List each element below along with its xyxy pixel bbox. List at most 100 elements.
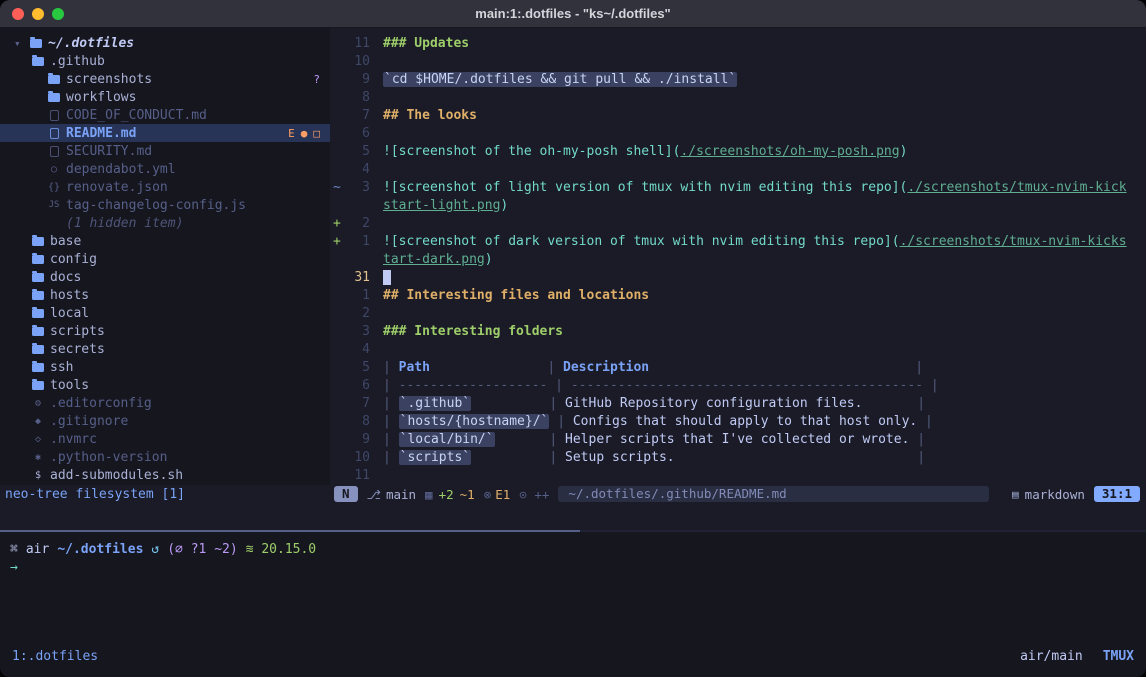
zoom-button[interactable] xyxy=(52,8,64,20)
editor-line[interactable]: 6| ------------------- | ---------------… xyxy=(330,376,1146,394)
node-icon: ◇ xyxy=(30,434,46,445)
tree-item-label: README.md xyxy=(66,126,136,141)
tree-item-SECURITY.md[interactable]: SECURITY.md xyxy=(0,142,330,160)
tmux-session-tab[interactable]: 1:.dotfiles xyxy=(12,649,98,664)
diff-icon: ▦ xyxy=(425,487,433,502)
tree-item-.gitignore[interactable]: ◆.gitignore xyxy=(0,412,330,430)
tree-item-base[interactable]: base xyxy=(0,232,330,250)
tree-item-scripts[interactable]: scripts xyxy=(0,322,330,340)
tree-item-config[interactable]: config xyxy=(0,250,330,268)
tree-item-.editorconfig[interactable]: ⚙.editorconfig xyxy=(0,394,330,412)
tmux-pane-divider[interactable] xyxy=(0,530,1146,532)
tree-item-label: tools xyxy=(50,378,89,393)
tree-item-renovate.json[interactable]: {}renovate.json xyxy=(0,178,330,196)
tree-item-tag-changelog-config.js[interactable]: JStag-changelog-config.js xyxy=(0,196,330,214)
editor-line[interactable]: 7| `.github` | GitHub Repository configu… xyxy=(330,394,1146,412)
gutter-sign xyxy=(330,360,344,375)
editor-line[interactable]: 7## The looks xyxy=(330,106,1146,124)
editor-line[interactable]: 10| `scripts` | Setup scripts. | xyxy=(330,448,1146,466)
gutter-sign xyxy=(330,198,344,213)
tree-item-.python-version[interactable]: ✱.python-version xyxy=(0,448,330,466)
tree-item-docs[interactable]: docs xyxy=(0,268,330,286)
line-number: 2 xyxy=(344,306,370,321)
tree-item-secrets[interactable]: secrets xyxy=(0,340,330,358)
gutter-sign xyxy=(330,252,344,267)
tree-item-.github[interactable]: .github xyxy=(0,52,330,70)
tree-item-ssh[interactable]: ssh xyxy=(0,358,330,376)
editor-line[interactable]: 3### Interesting folders xyxy=(330,322,1146,340)
tree-item-local[interactable]: local xyxy=(0,304,330,322)
line-content: | `.github` | GitHub Repository configur… xyxy=(383,396,925,411)
tree-item-1hiddenitem[interactable]: (1 hidden item) xyxy=(0,214,330,232)
prompt-arrow-icon: → xyxy=(10,560,18,575)
folder-icon xyxy=(30,327,46,336)
gutter-sign xyxy=(330,108,344,123)
editor-line[interactable]: 6 xyxy=(330,124,1146,142)
line-content: | `local/bin/` | Helper scripts that I'v… xyxy=(383,432,925,447)
line-content: ![screenshot of the oh-my-posh shell](./… xyxy=(383,144,907,159)
folder-icon xyxy=(30,273,46,282)
editor-line[interactable]: 9| `local/bin/` | Helper scripts that I'… xyxy=(330,430,1146,448)
syntax-segment: Path xyxy=(399,360,430,375)
titlebar: main:1:.dotfiles - "ks~/.dotfiles" xyxy=(0,0,1146,28)
tree-item-tools[interactable]: tools xyxy=(0,376,330,394)
status-badge: ● xyxy=(301,127,308,140)
syntax-segment: start-light.png xyxy=(383,198,500,213)
tree-item-label: ssh xyxy=(50,360,73,375)
gutter-sign: ~ xyxy=(330,180,344,195)
editor-line[interactable]: 11 xyxy=(330,466,1146,484)
folder-icon xyxy=(46,75,62,84)
tree-item-hosts[interactable]: hosts xyxy=(0,286,330,304)
window-title: main:1:.dotfiles - "ks~/.dotfiles" xyxy=(475,6,670,21)
gutter-sign xyxy=(330,450,344,465)
editor-line[interactable]: 10 xyxy=(330,52,1146,70)
editor-line[interactable]: 5| Path | Description | xyxy=(330,358,1146,376)
editor-line[interactable]: 2 xyxy=(330,304,1146,322)
gutter-sign: + xyxy=(330,234,344,249)
shell-pane[interactable]: ⌘ air ~/.dotfiles ↺ (∅ ?1 ~2) ≋ 20.15.0 … xyxy=(0,532,1146,635)
editor-line[interactable]: 31 xyxy=(330,268,1146,286)
editor-line[interactable]: 8 xyxy=(330,88,1146,106)
line-content: ### Interesting folders xyxy=(383,324,563,339)
git-status-badges: ? xyxy=(313,73,330,86)
editor-line[interactable]: +1![screenshot of dark version of tmux w… xyxy=(330,232,1146,250)
prompt-input-line[interactable]: → xyxy=(10,558,1136,576)
error-icon: ⊗ xyxy=(484,487,492,502)
tree-item-screenshots[interactable]: screenshots? xyxy=(0,70,330,88)
close-button[interactable] xyxy=(12,8,24,20)
editor-line[interactable]: 4 xyxy=(330,340,1146,358)
nvim-pane: ▾~/.dotfiles.githubscreenshots?workflows… xyxy=(0,28,1146,530)
editor-line[interactable]: +2 xyxy=(330,214,1146,232)
syntax-segment: | xyxy=(675,450,925,465)
editor-line[interactable]: 1## Interesting files and locations xyxy=(330,286,1146,304)
error-count: E1 xyxy=(495,487,510,502)
tree-item-add-submodules.sh[interactable]: $add-submodules.sh xyxy=(0,466,330,484)
statusline: neo-tree filesystem [1] N ⎇main ▦+2~1 ⊗E… xyxy=(0,485,1146,503)
neotree-sidebar[interactable]: ▾~/.dotfiles.githubscreenshots?workflows… xyxy=(0,28,330,485)
editor-line[interactable]: 4 xyxy=(330,160,1146,178)
markdown-file-icon: ▤ xyxy=(1012,488,1019,501)
tree-item-dependabot.yml[interactable]: ○dependabot.yml xyxy=(0,160,330,178)
expander-icon[interactable]: ▾ xyxy=(14,37,28,50)
file-path-chip: ~/.dotfiles/.github/README.md xyxy=(558,486,989,502)
editor-line[interactable]: 5![screenshot of the oh-my-posh shell](.… xyxy=(330,142,1146,160)
prompt-path: ~/.dotfiles xyxy=(57,542,143,557)
editor-buffer[interactable]: 11### Updates 10 9`cd $HOME/.dotfiles &&… xyxy=(330,28,1146,485)
editor-line[interactable]: ~3![screenshot of light version of tmux … xyxy=(330,178,1146,196)
line-number: 11 xyxy=(344,36,370,51)
tree-item-.dotfiles[interactable]: ▾~/.dotfiles xyxy=(0,34,330,52)
minimize-button[interactable] xyxy=(32,8,44,20)
tree-item-workflows[interactable]: workflows xyxy=(0,88,330,106)
line-content: | `scripts` | Setup scripts. | xyxy=(383,450,925,465)
syntax-segment: `hosts/{hostname}/` xyxy=(399,414,550,429)
editor-line[interactable]: 8| `hosts/{hostname}/` | Configs that sh… xyxy=(330,412,1146,430)
tree-item-README.md[interactable]: README.mdE●□ xyxy=(0,124,330,142)
tree-item-CODE_OF_CONDUCT.md[interactable]: CODE_OF_CONDUCT.md xyxy=(0,106,330,124)
editor-line[interactable]: 9`cd $HOME/.dotfiles && git pull && ./in… xyxy=(330,70,1146,88)
line-number: 8 xyxy=(344,90,370,105)
editor-line[interactable]: start-light.png) xyxy=(330,196,1146,214)
tree-item-.nvmrc[interactable]: ◇.nvmrc xyxy=(0,430,330,448)
editor-line[interactable]: tart-dark.png) xyxy=(330,250,1146,268)
editor-line[interactable]: 11### Updates xyxy=(330,34,1146,52)
syntax-segment: ## Interesting files and locations xyxy=(383,288,649,303)
